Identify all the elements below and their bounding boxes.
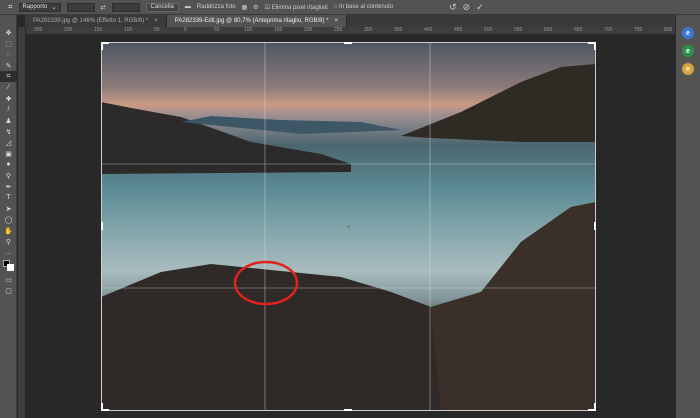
options-bar: ⌗ Rapporto ⌄ ⇄ Cancella ▬ Raddrizza foto … <box>0 0 700 15</box>
ruler-tick-label: 350 <box>394 27 403 33</box>
app-icon[interactable]: e <box>682 45 694 57</box>
dodge-tool-icon[interactable]: ⚲ <box>0 170 17 181</box>
eyedropper-tool-icon[interactable]: ⁄ <box>0 82 17 93</box>
document-tabs: PA282339.jpg @ 146% (Effetto 1, RGB/8) *… <box>25 15 675 27</box>
ruler-tick-label: 250 <box>34 27 43 33</box>
ruler-tick-label: 150 <box>274 27 283 33</box>
photo-canvas[interactable]: + <box>101 42 596 411</box>
shape-tool-icon[interactable]: ◯ <box>0 214 17 225</box>
pen-tool-icon[interactable]: ✒ <box>0 181 17 192</box>
close-icon[interactable]: × <box>335 18 339 24</box>
lasso-tool-icon[interactable]: ◌ <box>0 49 17 60</box>
close-icon[interactable]: × <box>154 18 158 24</box>
ruler-tick-label: 0 <box>184 27 187 33</box>
swap-icon[interactable]: ⇄ <box>101 4 106 11</box>
ruler-tick-label: 500 <box>484 27 493 33</box>
blur-tool-icon[interactable]: ● <box>0 159 17 170</box>
marquee-tool-icon[interactable]: ⬚ <box>0 38 17 49</box>
color-swatches-icon[interactable] <box>0 258 17 274</box>
crop-tool-icon[interactable]: ⌗ <box>0 71 17 82</box>
svg-text:+: + <box>347 225 351 231</box>
tab-document-1[interactable]: PA282339.jpg @ 146% (Effetto 1, RGB/8) *… <box>25 15 167 27</box>
landscape-image: + <box>101 42 596 411</box>
brush-tool-icon[interactable]: / <box>0 104 17 115</box>
cancel-icon[interactable]: ⊘ <box>463 2 471 13</box>
ruler-tick-label: 50 <box>154 27 160 33</box>
quick-select-tool-icon[interactable]: ✎ <box>0 60 17 71</box>
ruler-tick-label: 600 <box>544 27 553 33</box>
ruler-tick-label: 300 <box>364 27 373 33</box>
ruler-tick-label: 150 <box>94 27 103 33</box>
move-tool-icon[interactable]: ✥ <box>0 27 17 38</box>
path-select-tool-icon[interactable]: ➤ <box>0 203 17 214</box>
hand-tool-icon[interactable]: ✋ <box>0 225 17 236</box>
ruler-tick-label: 100 <box>244 27 253 33</box>
ruler-tick-label: 450 <box>454 27 463 33</box>
straighten-button[interactable]: Raddrizza foto <box>197 4 236 10</box>
zoom-tool-icon[interactable]: ⚲ <box>0 236 17 247</box>
height-input[interactable] <box>111 2 140 12</box>
ruler-tick-label: 700 <box>604 27 613 33</box>
chrome-icon[interactable]: e <box>682 27 694 39</box>
tab-label: PA282339-Edit.jpg @ 80,7% (Anteprima rit… <box>174 18 329 24</box>
ruler-tick-label: 250 <box>334 27 343 33</box>
app-icon-2[interactable]: e <box>682 63 694 75</box>
stamp-tool-icon[interactable]: ♟ <box>0 115 17 126</box>
vertical-ruler <box>18 27 25 418</box>
settings-icon[interactable]: ⚙ <box>253 4 258 11</box>
crop-tool-icon[interactable]: ⌗ <box>8 2 13 12</box>
ruler-tick-label: 200 <box>304 27 313 33</box>
ruler-tick-label: 50 <box>214 27 220 33</box>
content-aware-checkbox[interactable]: ○ In base al contenuto <box>334 4 393 10</box>
more-tools-icon[interactable]: … <box>0 247 17 258</box>
grid-overlay-icon[interactable]: ▦ <box>242 4 248 11</box>
tab-document-2[interactable]: PA282339-Edit.jpg @ 80,7% (Anteprima rit… <box>166 15 348 27</box>
ruler-tick-label: 100 <box>124 27 133 33</box>
content-aware-label: In base al contenuto <box>339 4 394 10</box>
screen-mode-icon[interactable]: ▢ <box>0 285 17 296</box>
ratio-select[interactable]: Rapporto ⌄ <box>18 2 61 12</box>
quick-mask-icon[interactable]: ▭ <box>0 274 17 285</box>
ruler-tick-label: 400 <box>424 27 433 33</box>
horizontal-ruler: 250 200 150 100 50 0 50 100 150 200 250 300 350 400 45… <box>26 27 675 34</box>
clear-button[interactable]: Cancella <box>145 2 179 12</box>
ruler-tick-label: 550 <box>514 27 523 33</box>
tab-label: PA282339.jpg @ 146% (Effetto 1, RGB/8) * <box>33 18 149 24</box>
delete-cropped-label: Elimina pixel ritagliati <box>271 4 328 11</box>
gradient-tool-icon[interactable]: ▣ <box>0 148 17 159</box>
toolbar: ✥ ⬚ ◌ ✎ ⌗ ⁄ ✚ / ♟ ↯ ◿ ▣ ● ⚲ ✒ T ➤ ◯ ✋ ⚲ … <box>0 15 17 418</box>
ruler-tick-label: 650 <box>574 27 583 33</box>
commit-icon[interactable]: ✓ <box>476 2 484 13</box>
delete-cropped-checkbox[interactable]: ☑ Elimina pixel ritagliati <box>265 4 328 11</box>
reset-icon[interactable]: ↺ <box>449 2 457 13</box>
right-panel: e e e <box>675 15 700 418</box>
type-tool-icon[interactable]: T <box>0 192 17 203</box>
history-brush-tool-icon[interactable]: ↯ <box>0 126 17 137</box>
healing-tool-icon[interactable]: ✚ <box>0 93 17 104</box>
ruler-tick-label: 800 <box>664 27 673 33</box>
straighten-icon[interactable]: ▬ <box>185 4 191 10</box>
ratio-label: Rapporto <box>22 4 48 10</box>
width-input[interactable] <box>66 2 95 12</box>
eraser-tool-icon[interactable]: ◿ <box>0 137 17 148</box>
ruler-tick-label: 200 <box>64 27 73 33</box>
ruler-tick-label: 750 <box>634 27 643 33</box>
